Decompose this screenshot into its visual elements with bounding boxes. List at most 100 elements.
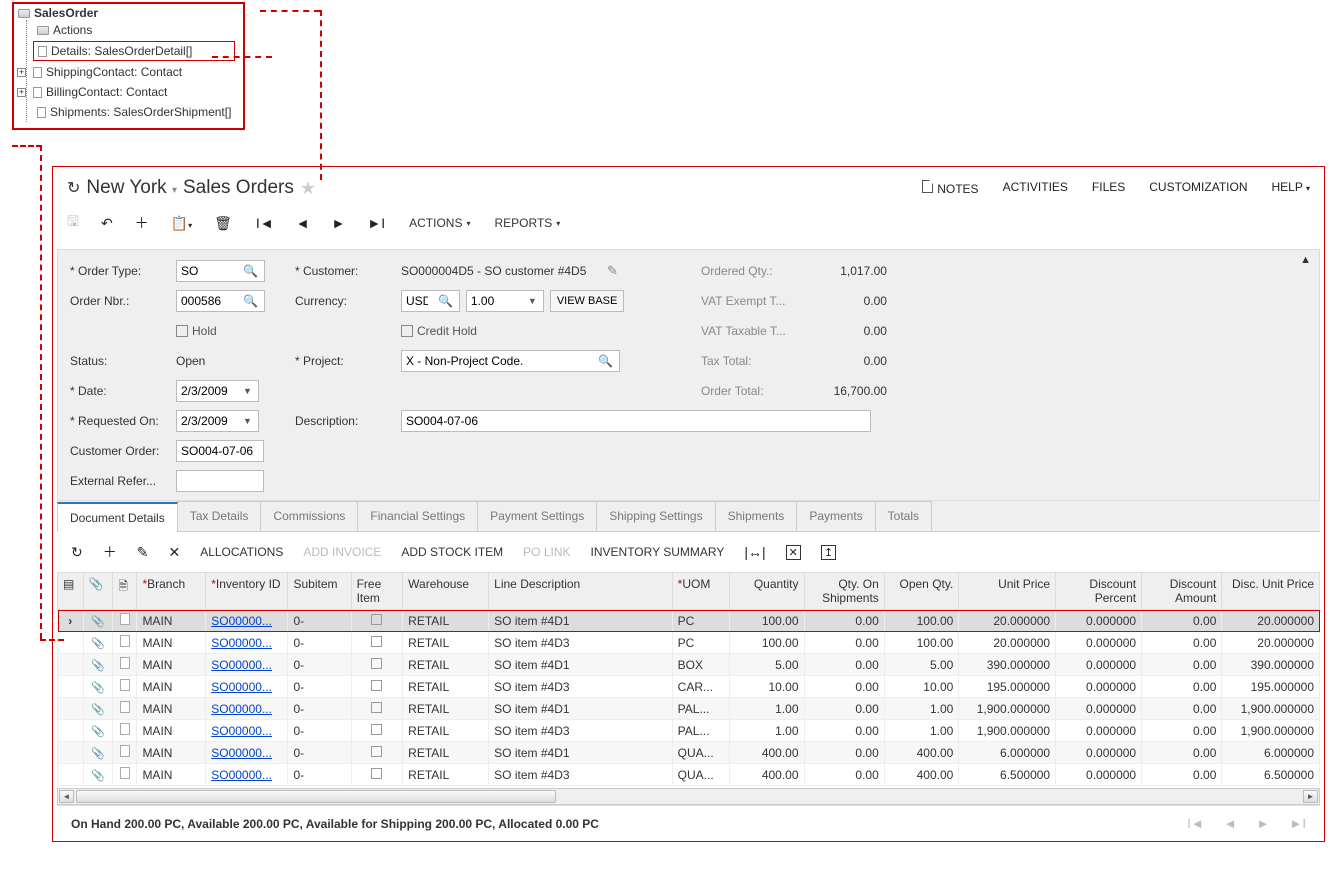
tab-totals[interactable]: Totals — [875, 501, 932, 531]
clip-icon[interactable]: 📎 — [91, 748, 105, 760]
external-ref-field[interactable] — [176, 470, 264, 492]
refresh-icon[interactable]: ↻ — [67, 178, 80, 198]
notes-link[interactable]: NOTES — [922, 180, 978, 196]
grid-delete-button[interactable]: ✕ — [168, 544, 180, 561]
tab-shipments[interactable]: Shipments — [715, 501, 798, 531]
col-warehouse[interactable]: Warehouse — [403, 573, 489, 610]
tab-document-details[interactable]: Document Details — [57, 502, 178, 532]
free-item-checkbox[interactable] — [371, 768, 382, 779]
company-selector[interactable]: New York ▾ — [86, 177, 177, 199]
inventory-summary-button[interactable]: INVENTORY SUMMARY — [591, 545, 725, 559]
tab-payments[interactable]: Payments — [796, 501, 875, 531]
customer-value[interactable]: SO000004D5 - SO customer #4D5 — [401, 261, 601, 281]
col-branch[interactable]: Branch — [137, 573, 206, 610]
col-subitem[interactable]: Subitem — [288, 573, 351, 610]
order-type-field[interactable]: 🔍 — [176, 260, 265, 282]
save-button[interactable]: 🖫 — [67, 211, 79, 235]
scroll-right-icon[interactable]: ► — [1303, 790, 1318, 803]
star-icon[interactable]: ★ — [300, 178, 316, 199]
file-icon[interactable] — [120, 613, 130, 625]
clip-icon[interactable]: 📎 — [91, 660, 105, 672]
clip-icon[interactable]: 📎 — [91, 770, 105, 782]
currency-field[interactable]: 🔍 — [401, 290, 460, 312]
page-last-icon[interactable]: ►I — [1290, 816, 1306, 831]
tab-shipping-settings[interactable]: Shipping Settings — [596, 501, 715, 531]
expander-icon[interactable]: + — [17, 68, 26, 77]
add-button[interactable]: ＋ — [135, 213, 149, 233]
clip-icon[interactable]: 📎 — [91, 682, 105, 694]
date-field[interactable]: ▼ — [176, 380, 259, 402]
inventory-link[interactable]: SO00000... — [211, 724, 272, 738]
tab-commissions[interactable]: Commissions — [260, 501, 358, 531]
file-icon[interactable] — [120, 767, 130, 779]
collapse-icon[interactable]: ▲ — [1300, 254, 1311, 266]
first-button[interactable]: I◄ — [256, 215, 274, 231]
fit-columns-icon[interactable]: |↔| — [744, 544, 765, 560]
page-first-icon[interactable]: I◄ — [1187, 816, 1203, 831]
chevron-down-icon[interactable]: ▼ — [237, 416, 258, 426]
hold-checkbox[interactable] — [176, 325, 188, 337]
col-open-qty[interactable]: Open Qty. — [884, 573, 959, 610]
free-item-checkbox[interactable] — [371, 614, 382, 625]
add-stock-button[interactable]: ADD STOCK ITEM — [401, 545, 503, 559]
clip-icon[interactable]: 📎 — [91, 616, 105, 628]
undo-button[interactable]: ↶ — [101, 215, 113, 232]
clipboard-button[interactable]: 📋▾ — [171, 215, 192, 232]
next-button[interactable]: ► — [332, 215, 346, 231]
credit-hold-checkbox[interactable] — [401, 325, 413, 337]
requested-on-field[interactable]: ▼ — [176, 410, 259, 432]
inventory-link[interactable]: SO00000... — [211, 680, 272, 694]
project-field[interactable]: 🔍 — [401, 350, 620, 372]
search-icon[interactable]: 🔍 — [237, 294, 264, 308]
inventory-link[interactable]: SO00000... — [211, 614, 272, 628]
delete-button[interactable]: 🗑 — [214, 215, 232, 232]
inventory-link[interactable]: SO00000... — [211, 658, 272, 672]
order-nbr-field[interactable]: 🔍 — [176, 290, 265, 312]
file-icon[interactable] — [120, 745, 130, 757]
inventory-link[interactable]: SO00000... — [211, 746, 272, 760]
table-row[interactable]: 📎MAINSO00000...0-RETAILSO item #4D1BOX5.… — [58, 654, 1320, 676]
free-item-checkbox[interactable] — [371, 746, 382, 757]
search-icon[interactable]: 🔍 — [237, 264, 264, 278]
file-icon[interactable] — [120, 701, 130, 713]
free-item-checkbox[interactable] — [371, 724, 382, 735]
table-row[interactable]: 📎MAINSO00000...0-RETAILSO item #4D1PAL..… — [58, 698, 1320, 720]
free-item-checkbox[interactable] — [371, 702, 382, 713]
col-disc-unit[interactable]: Disc. Unit Price — [1222, 573, 1320, 610]
col-unit-price[interactable]: Unit Price — [959, 573, 1056, 610]
horizontal-scrollbar[interactable]: ◄ ► — [57, 788, 1320, 805]
activities-link[interactable]: ACTIVITIES — [1003, 180, 1068, 196]
pencil-icon[interactable]: ✎ — [607, 263, 618, 279]
col-quantity[interactable]: Quantity — [729, 573, 804, 610]
customization-link[interactable]: CUSTOMIZATION — [1149, 180, 1247, 196]
table-row[interactable]: ›📎MAINSO00000...0-RETAILSO item #4D1PC10… — [58, 610, 1320, 632]
file-icon[interactable] — [120, 723, 130, 735]
customer-order-field[interactable] — [176, 440, 264, 462]
import-icon[interactable]: ↥ — [821, 545, 836, 560]
page-prev-icon[interactable]: ◄ — [1224, 816, 1237, 831]
tree-node-shipments[interactable]: Shipments: SalesOrderShipment[] — [35, 102, 233, 122]
col-indicator[interactable]: ▤ — [58, 573, 84, 610]
view-base-button[interactable]: VIEW BASE — [550, 290, 625, 312]
scroll-thumb[interactable] — [76, 790, 556, 803]
page-next-icon[interactable]: ► — [1257, 816, 1270, 831]
col-notes[interactable]: 📎 — [83, 573, 113, 610]
inventory-link[interactable]: SO00000... — [211, 636, 272, 650]
tree-node-billing[interactable]: + BillingContact: Contact — [35, 82, 233, 102]
col-files[interactable]: 🗎 — [113, 573, 137, 610]
col-free-item[interactable]: Free Item — [351, 573, 403, 610]
clip-icon[interactable]: 📎 — [91, 638, 105, 650]
col-disc-amt[interactable]: Discount Amount — [1142, 573, 1222, 610]
reports-menu[interactable]: REPORTS ▾ — [494, 216, 560, 230]
table-row[interactable]: 📎MAINSO00000...0-RETAILSO item #4D3CAR..… — [58, 676, 1320, 698]
grid-add-button[interactable]: ＋ — [103, 542, 117, 562]
grid-edit-button[interactable]: ✎ — [137, 544, 149, 561]
tree-node-shipping[interactable]: + ShippingContact: Contact — [35, 62, 233, 82]
free-item-checkbox[interactable] — [371, 680, 382, 691]
free-item-checkbox[interactable] — [371, 636, 382, 647]
tab-tax-details[interactable]: Tax Details — [177, 501, 262, 531]
clip-icon[interactable]: 📎 — [91, 704, 105, 716]
table-row[interactable]: 📎MAINSO00000...0-RETAILSO item #4D3QUA..… — [58, 764, 1320, 786]
search-icon[interactable]: 🔍 — [592, 354, 619, 368]
col-qty-ship[interactable]: Qty. On Shipments — [804, 573, 884, 610]
